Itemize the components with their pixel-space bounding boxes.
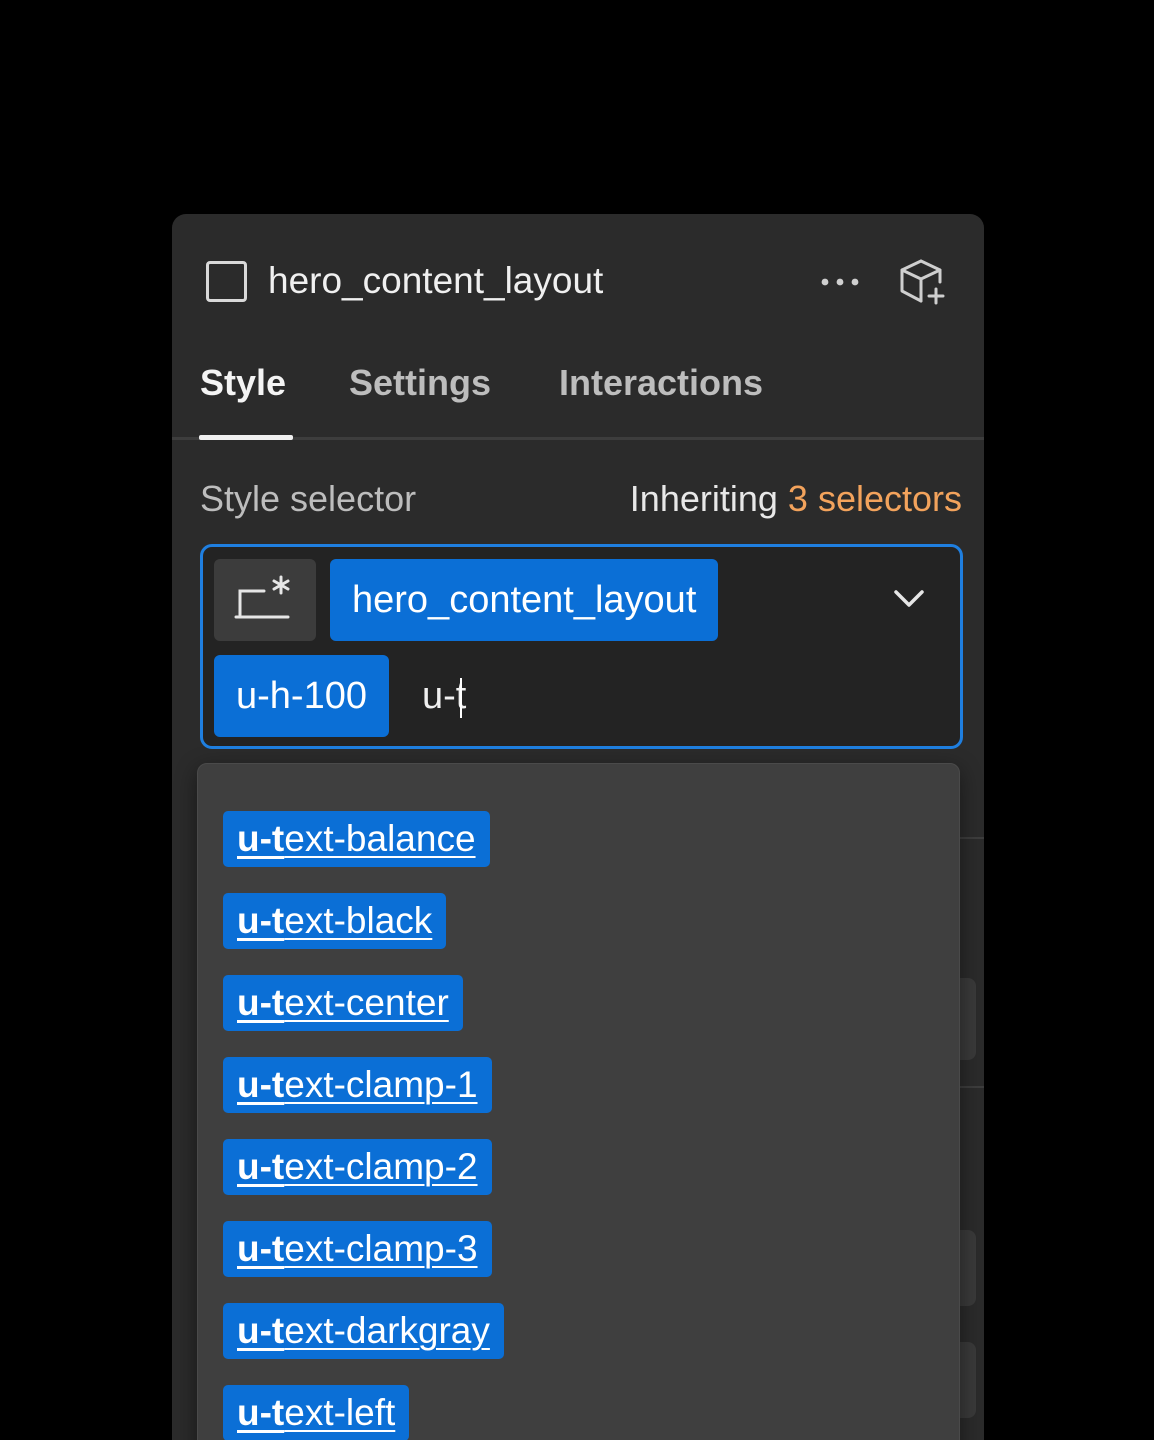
hidden-control	[958, 978, 976, 1060]
suggestion-option[interactable]: u-text-clamp-3	[223, 1221, 492, 1277]
suggestion-option[interactable]: u-text-center	[223, 975, 463, 1031]
suggestion-option[interactable]: u-text-clamp-1	[223, 1057, 492, 1113]
suggestion-option[interactable]: u-text-clamp-2	[223, 1139, 492, 1195]
style-selector-field[interactable]: hero_content_layout u-h-100 u-t	[200, 544, 963, 749]
suggestion-option[interactable]: u-text-black	[223, 893, 447, 949]
more-horizontal-icon	[821, 278, 859, 286]
chevron-down-icon[interactable]	[891, 587, 927, 611]
add-component-button[interactable]	[896, 256, 950, 310]
inheriting-count[interactable]: 3 selectors	[788, 478, 962, 519]
suggestion-option[interactable]: u-text-left	[223, 1385, 410, 1440]
style-selector-label: Style selector	[200, 478, 417, 519]
selector-chip-combo[interactable]: u-h-100	[214, 655, 389, 737]
text-caret	[460, 677, 463, 718]
inheriting-info[interactable]: Inheriting 3 selectors	[630, 476, 962, 522]
selector-input[interactable]: u-t	[422, 655, 466, 737]
state-selector-button[interactable]	[214, 559, 316, 641]
state-selector-icon	[234, 575, 290, 619]
cube-plus-icon	[900, 259, 945, 305]
style-panel: hero_content_layout Style Settings Inter…	[172, 214, 984, 1440]
suggestion-option[interactable]: u-text-darkgray	[223, 1303, 504, 1359]
active-tab-indicator	[199, 435, 293, 440]
tab-settings[interactable]: Settings	[349, 358, 491, 408]
tab-interactions[interactable]: Interactions	[559, 358, 763, 408]
more-options-button[interactable]	[816, 262, 864, 302]
panel-tabs: Style Settings Interactions	[172, 348, 984, 440]
selector-suggestions-dropdown: u-text-balance u-text-black u-text-cente…	[197, 763, 960, 1440]
hidden-control	[958, 1230, 976, 1306]
selector-chip-primary[interactable]: hero_content_layout	[330, 559, 719, 641]
element-box-icon	[206, 261, 247, 302]
tab-style[interactable]: Style	[200, 358, 286, 408]
hidden-control	[958, 1342, 976, 1418]
panel-header: hero_content_layout	[172, 214, 984, 348]
inheriting-prefix: Inheriting	[629, 478, 778, 519]
suggestion-option[interactable]: u-text-balance	[223, 811, 490, 867]
element-name: hero_content_layout	[268, 260, 604, 301]
